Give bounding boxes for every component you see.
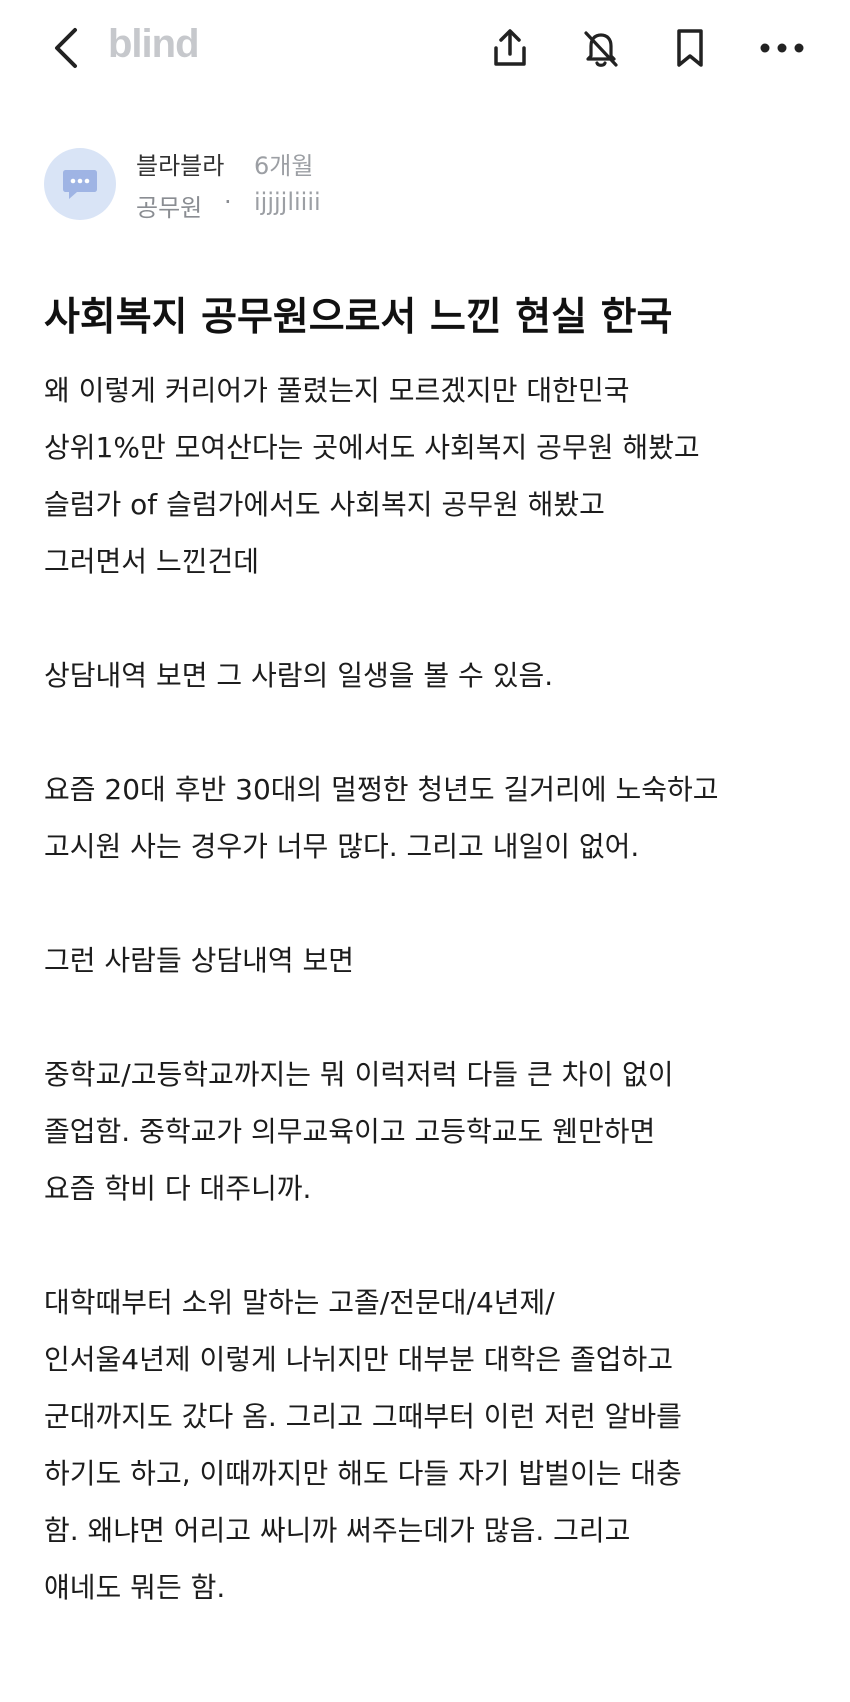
paragraph-spacer: [44, 989, 834, 1046]
post-body-line: 그런 사람들 상담내역 보면: [44, 944, 355, 977]
post-body-line: 요즘 20대 후반 30대의 멀쩡한 청년도 길거리에 노숙하고: [44, 773, 719, 806]
meta-separator: ·: [224, 188, 232, 216]
post-body-line: 얘네도 뭐든 함.: [44, 1571, 226, 1604]
post-body-line: 인서울4년제 이렇게 나뉘지만 대부분 대학은 졸업하고: [44, 1343, 674, 1376]
post-body-line: 군대까지도 갔다 옴. 그리고 그때부터 이런 저런 알바를: [44, 1400, 682, 1433]
author-name[interactable]: 블라블라: [136, 146, 224, 181]
post-body-line: 그러면서 느낀건데: [44, 545, 259, 578]
share-upload-icon: [494, 29, 526, 66]
more-options-button[interactable]: [752, 18, 812, 78]
bell-off-icon: [584, 31, 618, 67]
author-handle: ijjjjliiii: [254, 188, 321, 216]
chevron-left-icon: [55, 28, 77, 68]
back-button[interactable]: [36, 18, 96, 78]
post-body: 왜 이렇게 커리어가 풀렸는지 모르겠지만 대한민국상위1%만 모여산다는 곳에…: [44, 362, 834, 1616]
paragraph-spacer: [44, 875, 834, 932]
paragraph-spacer: [44, 590, 834, 647]
post-body-line: 상위1%만 모여산다는 곳에서도 사회복지 공무원 해봤고: [44, 431, 700, 464]
post-body-line: 요즘 학비 다 대주니까.: [44, 1172, 312, 1205]
more-horizontal-icon: [760, 43, 804, 53]
post-body-line: 하기도 하고, 이때까지만 해도 다들 자기 밥벌이는 대충: [44, 1457, 682, 1490]
paragraph-spacer: [44, 1217, 834, 1274]
bookmark-button[interactable]: [660, 18, 720, 78]
chat-bubble-icon: [63, 170, 97, 199]
bookmark-icon: [677, 29, 703, 67]
post-body-line: 졸업함. 중학교가 의무교육이고 고등학교도 웬만하면: [44, 1115, 656, 1148]
post-title: 사회복지 공무원으로서 느낀 현실 한국: [44, 295, 673, 340]
post-author-info: 블라블라 6개월 공무원 · ijjjjliiii: [44, 140, 804, 230]
post-body-line: 상담내역 보면 그 사람의 일생을 볼 수 있음.: [44, 659, 554, 692]
post-body-line: 슬럼가 of 슬럼가에서도 사회복지 공무원 해봤고: [44, 488, 605, 521]
post-time: 6개월: [254, 152, 314, 180]
post-body-line: 함. 왜냐면 어리고 싸니까 써주는데가 많음. 그리고: [44, 1514, 631, 1547]
post-body-line: 왜 이렇게 커리어가 풀렸는지 모르겠지만 대한민국: [44, 374, 630, 407]
top-navigation-bar: blind: [0, 0, 850, 100]
blind-logo: blind: [108, 22, 200, 66]
share-button[interactable]: [480, 18, 540, 78]
paragraph-spacer: [44, 704, 834, 761]
post-body-line: 대학때부터 소위 말하는 고졸/전문대/4년제/: [44, 1286, 555, 1319]
avatar[interactable]: [44, 148, 116, 220]
author-company[interactable]: 공무원: [136, 188, 202, 223]
notification-toggle-button[interactable]: [571, 18, 631, 78]
post-body-line: 고시원 사는 경우가 너무 많다. 그리고 내일이 없어.: [44, 830, 640, 863]
post-body-line: 중학교/고등학교까지는 뭐 이럭저럭 다들 큰 차이 없이: [44, 1058, 674, 1091]
